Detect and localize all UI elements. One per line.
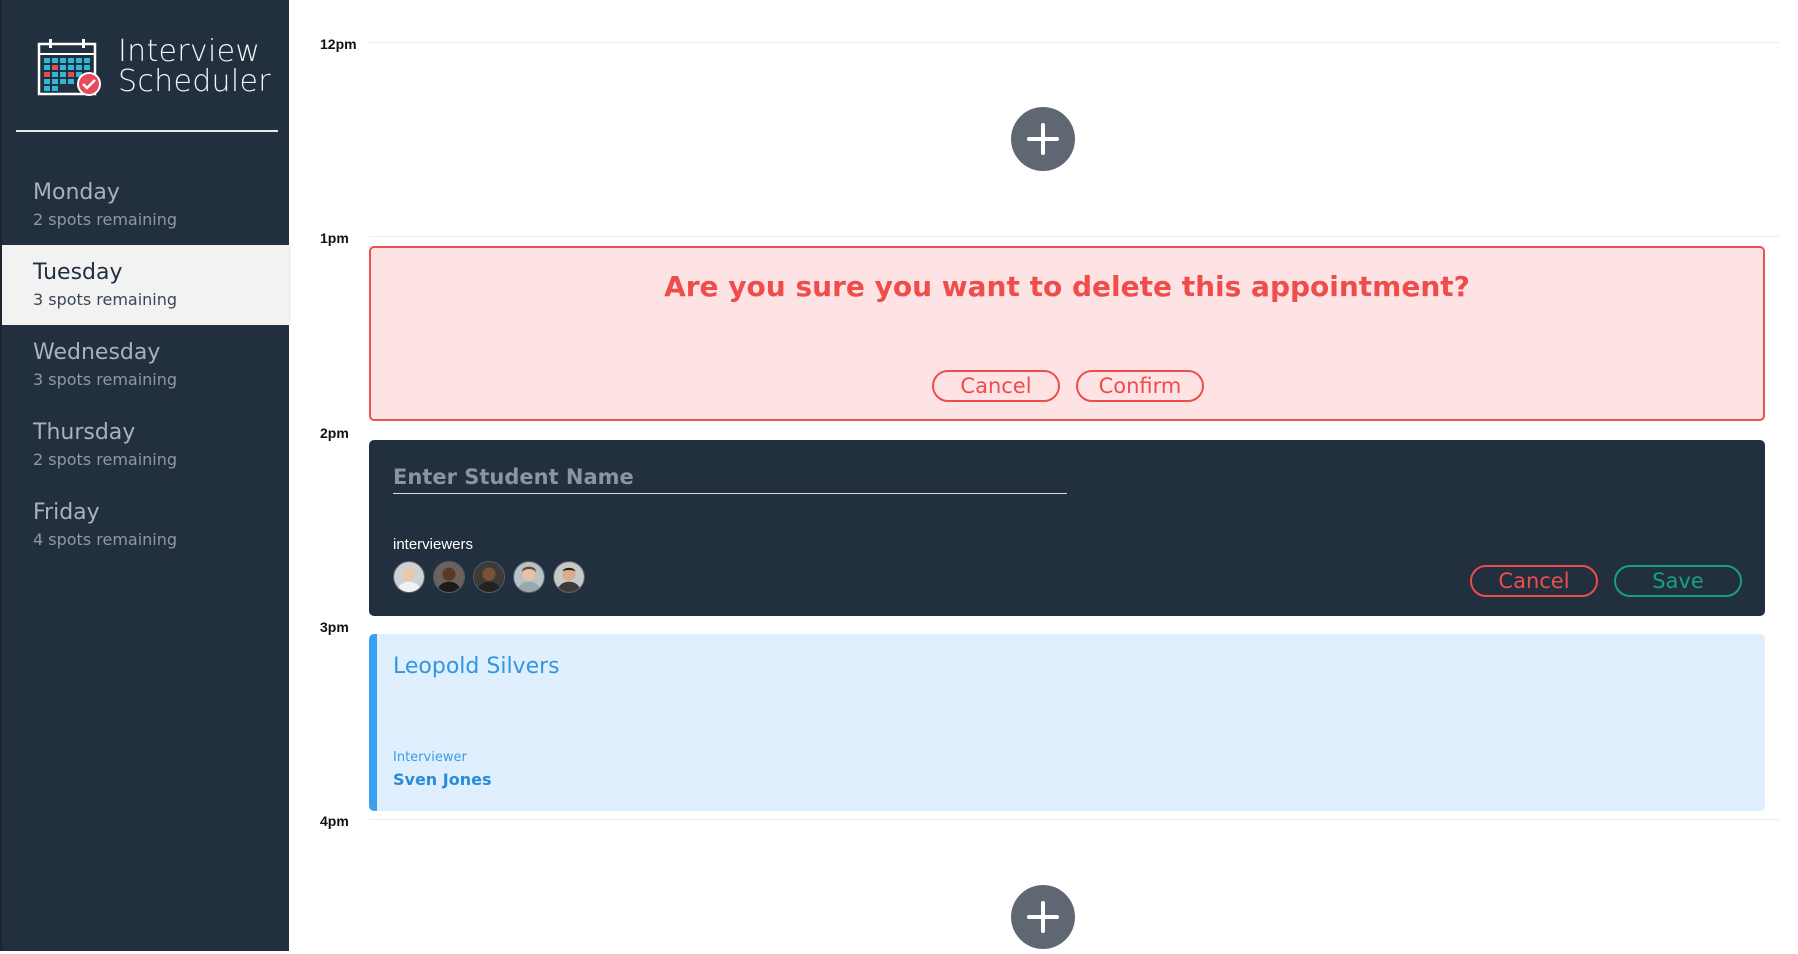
time-label: 3pm — [320, 619, 349, 635]
form-save-button[interactable]: Save — [1614, 565, 1742, 597]
day-spots: 4 spots remaining — [33, 530, 178, 549]
interviewer-avatar[interactable] — [553, 561, 585, 593]
day-item-friday[interactable]: Friday 4 spots remaining — [2, 485, 291, 565]
delete-confirm-card: Are you sure you want to delete this app… — [369, 246, 1765, 421]
plus-icon — [1027, 901, 1059, 933]
interviewers-label: interviewers — [393, 536, 474, 553]
plus-icon — [1027, 123, 1059, 155]
confirm-message: Are you sure you want to delete this app… — [664, 270, 1470, 303]
avatar-icon — [474, 562, 504, 592]
day-spots: 3 spots remaining — [33, 290, 178, 309]
slot-divider — [369, 819, 1779, 820]
add-appointment-button[interactable] — [1011, 107, 1075, 171]
interviewer-avatar[interactable] — [433, 561, 465, 593]
confirm-cancel-button[interactable]: Cancel — [932, 370, 1060, 402]
time-label: 2pm — [320, 425, 349, 441]
time-label: 12pm — [320, 36, 357, 52]
sidebar-divider — [16, 130, 278, 132]
calendar-check-icon — [37, 39, 101, 96]
slot-divider — [369, 42, 1779, 43]
form-cancel-button[interactable]: Cancel — [1470, 565, 1598, 597]
avatar-icon — [554, 562, 584, 592]
add-appointment-button[interactable] — [1011, 885, 1075, 949]
app-title-line2: Scheduler — [118, 64, 271, 99]
appointment-form-card: interviewers Cancel Save — [369, 440, 1765, 616]
day-name: Wednesday — [33, 340, 161, 365]
app-title: Interview Scheduler — [118, 37, 271, 97]
avatar-icon — [514, 562, 544, 592]
day-spots: 3 spots remaining — [33, 370, 178, 389]
day-name: Thursday — [33, 420, 136, 445]
avatar-icon — [394, 562, 424, 592]
interviewer-name: Sven Jones — [393, 770, 492, 789]
student-name-input[interactable] — [393, 460, 1067, 494]
day-spots: 2 spots remaining — [33, 210, 178, 229]
interviewer-label: Interviewer — [393, 750, 467, 765]
day-name: Friday — [33, 500, 100, 525]
slot-divider — [369, 236, 1779, 237]
interviewer-avatar[interactable] — [473, 561, 505, 593]
interviewer-list — [393, 561, 585, 593]
day-item-monday[interactable]: Monday 2 spots remaining — [2, 165, 291, 245]
time-label: 1pm — [320, 230, 349, 246]
day-item-wednesday[interactable]: Wednesday 3 spots remaining — [2, 325, 291, 405]
brand: Interview Scheduler — [36, 36, 271, 98]
confirm-delete-button[interactable]: Confirm — [1076, 370, 1204, 402]
day-item-tuesday[interactable]: Tuesday 3 spots remaining — [2, 245, 291, 325]
time-label: 4pm — [320, 813, 349, 829]
day-item-thursday[interactable]: Thursday 2 spots remaining — [2, 405, 291, 485]
day-name: Tuesday — [33, 260, 123, 285]
schedule: 12pm 1pm Are you sure you want to delete… — [289, 0, 1798, 954]
student-name: Leopold Silvers — [393, 654, 560, 679]
sidebar: Interview Scheduler Monday 2 spots remai… — [0, 0, 291, 951]
avatar-icon — [434, 562, 464, 592]
app-title-line1: Interview — [118, 34, 261, 69]
day-name: Monday — [33, 180, 120, 205]
appointment-card[interactable]: Leopold Silvers Interviewer Sven Jones — [369, 634, 1765, 811]
day-list: Monday 2 spots remaining Tuesday 3 spots… — [2, 165, 291, 565]
interviewer-avatar[interactable] — [513, 561, 545, 593]
day-spots: 2 spots remaining — [33, 450, 178, 469]
interviewer-avatar[interactable] — [393, 561, 425, 593]
